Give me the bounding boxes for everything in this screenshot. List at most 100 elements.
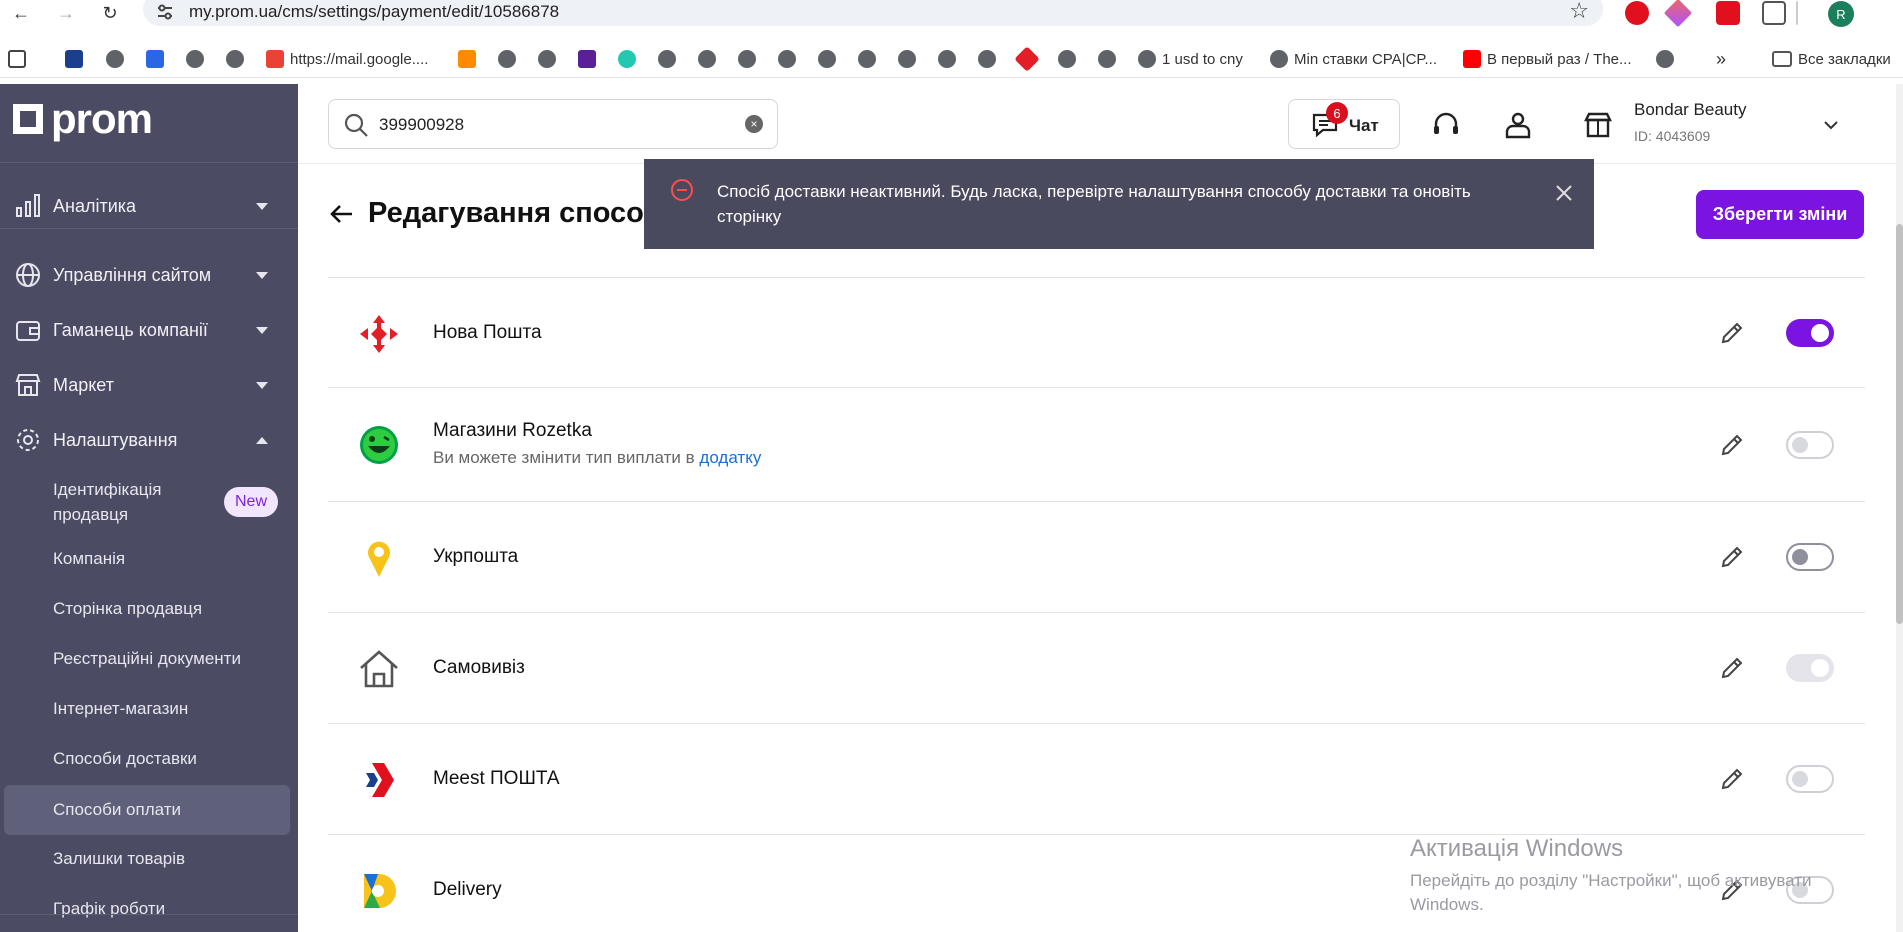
apps-grid-icon[interactable] [8, 48, 26, 70]
rozetka-toggle[interactable] [1786, 431, 1834, 459]
bookmark-olx-icon[interactable] [618, 48, 636, 70]
delivery-method-name: Meest ПОШТА [433, 768, 560, 789]
back-icon[interactable]: ← [8, 0, 34, 26]
globe-icon[interactable] [1098, 48, 1116, 70]
url-text[interactable]: my.prom.ua/cms/settings/payment/edit/105… [189, 2, 559, 22]
search-value[interactable]: 399900928 [379, 115, 464, 135]
sidebar-subitem-seller-identification[interactable]: Ідентифікація продавця New [0, 474, 298, 530]
bookmark-usd[interactable]: 1 usd to cny [1138, 48, 1243, 70]
sidebar-item-settings[interactable]: Налаштування [0, 416, 298, 464]
globe-icon[interactable] [978, 48, 996, 70]
sidebar-item-market[interactable]: Маркет [0, 361, 298, 409]
sidebar-subitem-seller-page[interactable]: Сторінка продавця [0, 585, 298, 633]
self-pickup-toggle[interactable] [1786, 654, 1834, 682]
pencil-icon[interactable] [1719, 655, 1745, 681]
globe-icon[interactable] [698, 48, 716, 70]
all-bookmarks[interactable]: Все закладки [1772, 48, 1891, 70]
globe-icon[interactable] [778, 48, 796, 70]
extension-pen-icon[interactable] [1663, 0, 1693, 28]
list-item: Укрпошта [328, 502, 1865, 613]
delivery-method-name: Delivery [433, 879, 502, 900]
sidebar-item-label: Аналітика [53, 195, 137, 216]
sidebar-subitem-schedule[interactable]: Графік роботи [0, 885, 298, 932]
profile-avatar[interactable]: R [1828, 1, 1854, 27]
pencil-icon[interactable] [1719, 432, 1745, 458]
globe-icon[interactable] [186, 48, 204, 70]
sidebar: prom Аналітика Управління сайтом Гаманец… [0, 84, 298, 932]
bookmark-label: Min ставки CPA|CP... [1294, 50, 1437, 68]
home-icon [360, 650, 398, 688]
sidebar-subitem-company[interactable]: Компанія [0, 535, 298, 583]
sidebar-subitem-online-store[interactable]: Інтернет-магазин [0, 685, 298, 733]
bookmark-gmail[interactable]: https://mail.google.... [266, 48, 428, 70]
bookmark-cpa[interactable]: Min ставки CPA|CP... [1270, 48, 1437, 70]
bookmark-17-icon[interactable] [65, 48, 83, 70]
globe-icon[interactable] [938, 48, 956, 70]
rozetka-logo-icon [360, 426, 398, 464]
sidebar-subitem-registration-docs[interactable]: Реєстраційні документи [0, 635, 298, 683]
globe-icon[interactable] [1656, 48, 1674, 70]
chat-button[interactable]: 6 Чат [1288, 99, 1400, 149]
store-icon[interactable] [1583, 111, 1613, 139]
site-settings-icon[interactable] [155, 2, 175, 22]
extension-red-icon[interactable] [1716, 1, 1740, 25]
close-icon[interactable] [1554, 183, 1574, 203]
manager-icon[interactable] [1503, 111, 1533, 139]
globe-icon[interactable] [818, 48, 836, 70]
chevron-down-icon [256, 271, 268, 279]
delivery-method-name: Укрпошта [433, 546, 519, 567]
globe-icon[interactable] [738, 48, 756, 70]
extensions-puzzle-icon[interactable] [1762, 1, 1786, 25]
scrollbar-thumb[interactable] [1896, 224, 1903, 624]
app-link[interactable]: додатку [699, 448, 761, 467]
nova-poshta-toggle[interactable] [1786, 319, 1834, 347]
back-arrow-icon[interactable] [328, 200, 356, 228]
search-input[interactable]: 399900928 × [328, 99, 778, 149]
account-id: ID: 4043609 [1634, 128, 1711, 144]
globe-icon[interactable] [898, 48, 916, 70]
save-changes-button[interactable]: Зберегти зміни [1696, 190, 1864, 239]
account-name[interactable]: Bondar Beauty [1634, 100, 1746, 120]
list-item: Meest ПОШТА [328, 724, 1865, 835]
bookmark-youtube[interactable]: В первый раз / The... [1463, 48, 1632, 70]
meest-toggle[interactable] [1786, 765, 1834, 793]
ukrposhta-toggle[interactable] [1786, 543, 1834, 571]
sidebar-subitem-stock[interactable]: Залишки товарів [0, 835, 298, 883]
forward-icon[interactable]: → [53, 0, 79, 26]
reload-icon[interactable]: ↻ [97, 0, 123, 26]
chevron-down-icon[interactable] [1824, 118, 1838, 132]
globe-icon[interactable] [538, 48, 556, 70]
more-bookmarks-icon[interactable]: » [1716, 48, 1726, 70]
prom-logo[interactable]: prom [13, 98, 153, 140]
pencil-icon[interactable] [1719, 766, 1745, 792]
extension-opera-icon[interactable] [1625, 1, 1649, 25]
sidebar-item-label: Налаштування [53, 429, 178, 450]
sidebar-item-analytics[interactable]: Аналітика [0, 184, 298, 228]
globe-icon[interactable] [658, 48, 676, 70]
error-icon [671, 179, 693, 201]
pencil-icon[interactable] [1719, 544, 1745, 570]
bookmark-purple-icon[interactable] [578, 48, 596, 70]
bookmark-blue-icon[interactable] [146, 48, 164, 70]
bookmark-novaposhta-icon[interactable] [1014, 46, 1040, 72]
pencil-icon[interactable] [1719, 320, 1745, 346]
page-scrollbar[interactable] [1896, 84, 1903, 932]
sidebar-divider [0, 162, 298, 163]
sidebar-subitem-payment-methods[interactable]: Способи оплати [4, 785, 290, 835]
bookmark-orange-icon[interactable] [458, 48, 476, 70]
note-text: Ви можете змінити тип виплати в [433, 448, 695, 467]
sidebar-item-site-management[interactable]: Управління сайтом [0, 251, 298, 299]
clear-search-icon[interactable]: × [745, 115, 763, 133]
globe-icon[interactable] [106, 48, 124, 70]
bookmark-label: 1 usd to cny [1162, 50, 1243, 68]
sidebar-subitem-label: Способи оплати [53, 800, 181, 819]
globe-icon[interactable] [498, 48, 516, 70]
sidebar-item-wallet[interactable]: Гаманець компанії [0, 306, 298, 354]
globe-icon[interactable] [226, 48, 244, 70]
sidebar-subitem-delivery-methods[interactable]: Способи доставки [0, 735, 298, 783]
globe-icon[interactable] [1058, 48, 1076, 70]
headset-icon[interactable] [1431, 111, 1461, 139]
bookmark-star-icon[interactable]: ☆ [1569, 0, 1589, 24]
globe-icon[interactable] [858, 48, 876, 70]
address-bar[interactable]: my.prom.ua/cms/settings/payment/edit/105… [143, 0, 1603, 26]
